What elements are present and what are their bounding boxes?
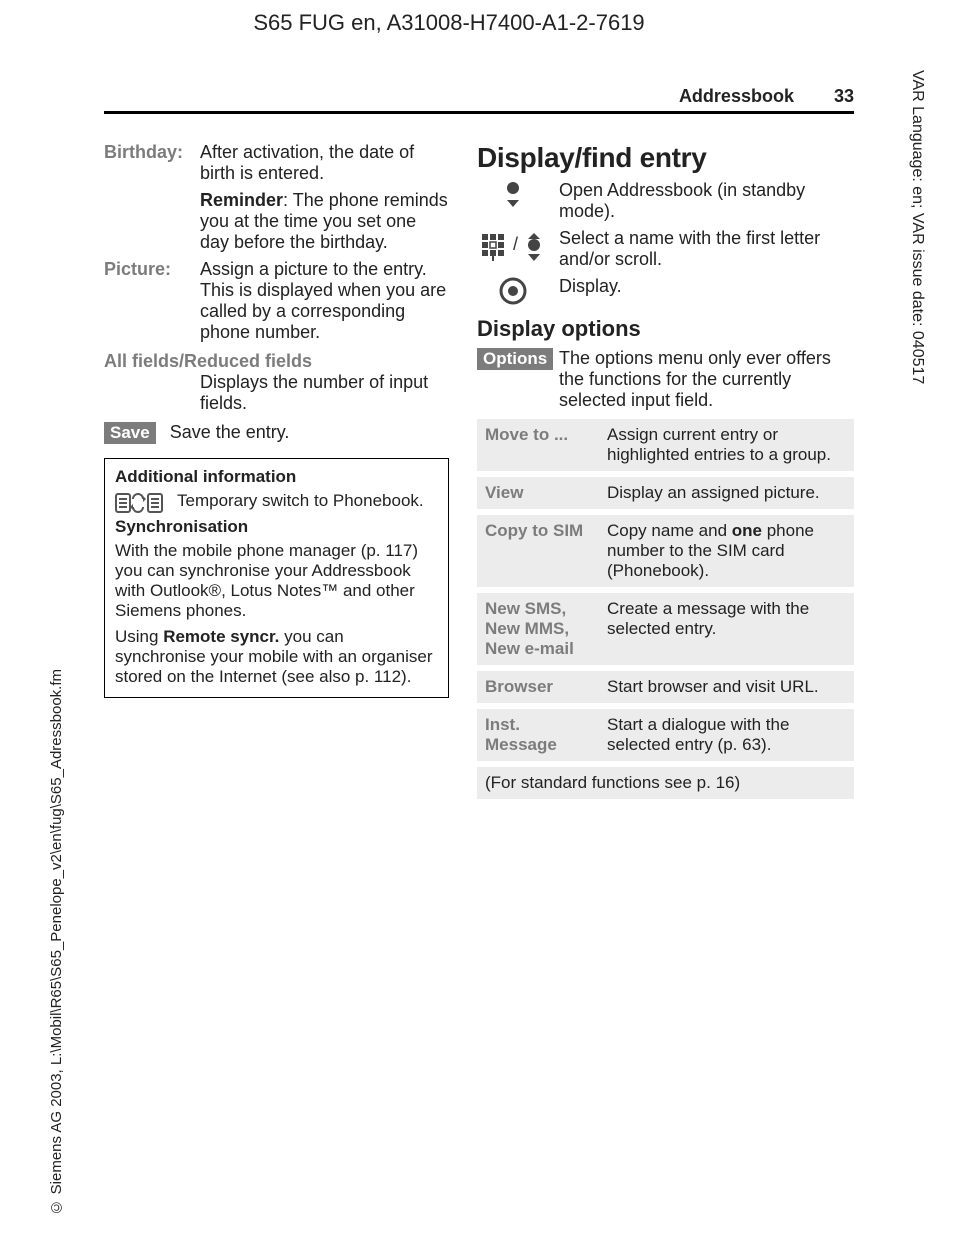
picture-text: Assign a picture to the entry. This is d…	[200, 259, 449, 343]
option-desc: Start a dialogue with the selected entry…	[599, 706, 854, 764]
option-desc: Create a message with the selected entry…	[599, 590, 854, 668]
svg-text:/: /	[513, 234, 518, 254]
margin-left-copyright: © Siemens AG 2003, L:\Mobil\R65\S65_Pene…	[48, 669, 65, 1216]
option-name: Inst. Message	[477, 706, 599, 764]
table-row: Copy to SIMCopy name and one phone numbe…	[477, 512, 854, 590]
allfields-label: All fields/Reduced fields	[104, 351, 449, 372]
reminder-text: Reminder: The phone reminds you at the t…	[200, 190, 449, 253]
options-table: Move to ...Assign current entry or highl…	[477, 419, 854, 805]
option-name: Move to ...	[477, 419, 599, 474]
bookswap-icon	[115, 491, 165, 515]
center-press-icon	[477, 276, 549, 306]
display-find-heading: Display/find entry	[477, 142, 854, 174]
running-header: Addressbook 33	[104, 86, 854, 114]
table-footer: (For standard functions see p. 16)	[477, 764, 854, 802]
keypad-scroll-icon: /	[477, 228, 549, 262]
option-name: New SMS,New MMS,New e-mail	[477, 590, 599, 668]
sync-heading: Synchronisation	[115, 517, 438, 537]
option-name: Browser	[477, 668, 599, 706]
option-desc: Copy name and one phone number to the SI…	[599, 512, 854, 590]
sync-p1: With the mobile phone manager (p. 117) y…	[115, 541, 438, 621]
step3-text: Display.	[559, 276, 854, 297]
option-name: Copy to SIM	[477, 512, 599, 590]
table-row: New SMS,New MMS,New e-mailCreate a messa…	[477, 590, 854, 668]
step2-text: Select a name with the first letter and/…	[559, 228, 854, 270]
save-softkey: Save	[104, 422, 156, 444]
allfields-text: Displays the number of input fields.	[200, 372, 449, 414]
nav-down-icon	[477, 180, 549, 208]
option-desc: Display an assigned picture.	[599, 474, 854, 512]
display-options-heading: Display options	[477, 316, 854, 342]
table-row: BrowserStart browser and visit URL.	[477, 668, 854, 706]
info-box-heading: Additional information	[115, 467, 438, 487]
picture-label: Picture:	[104, 259, 200, 343]
table-row: Move to ...Assign current entry or highl…	[477, 419, 854, 474]
step1-text: Open Addressbook (in standby mode).	[559, 180, 854, 222]
page-number: 33	[834, 86, 854, 107]
left-column: Birthday: After activation, the date of …	[104, 142, 449, 805]
birthday-text: After activation, the date of birth is e…	[200, 142, 449, 184]
table-row: ViewDisplay an assigned picture.	[477, 474, 854, 512]
birthday-label: Birthday:	[104, 142, 200, 184]
option-name: View	[477, 474, 599, 512]
table-row: Inst. MessageStart a dialogue with the s…	[477, 706, 854, 764]
sync-p2: Using Remote syncr. you can synchronise …	[115, 627, 438, 687]
options-softkey: Options	[477, 348, 553, 370]
section-name: Addressbook	[679, 86, 794, 107]
option-desc: Assign current entry or highlighted entr…	[599, 419, 854, 474]
bookswap-text: Temporary switch to Phonebook.	[177, 491, 424, 511]
save-text: Save the entry.	[170, 422, 290, 443]
margin-right-text: VAR Language: en; VAR issue date: 040517	[908, 70, 926, 384]
document-header: S65 FUG en, A31008-H7400-A1-2-7619	[74, 10, 824, 36]
right-column: Display/find entry Open Addressbook (in …	[477, 142, 854, 805]
info-box: Additional information	[104, 458, 449, 698]
option-desc: Start browser and visit URL.	[599, 668, 854, 706]
options-text: The options menu only ever offers the fu…	[559, 348, 854, 411]
